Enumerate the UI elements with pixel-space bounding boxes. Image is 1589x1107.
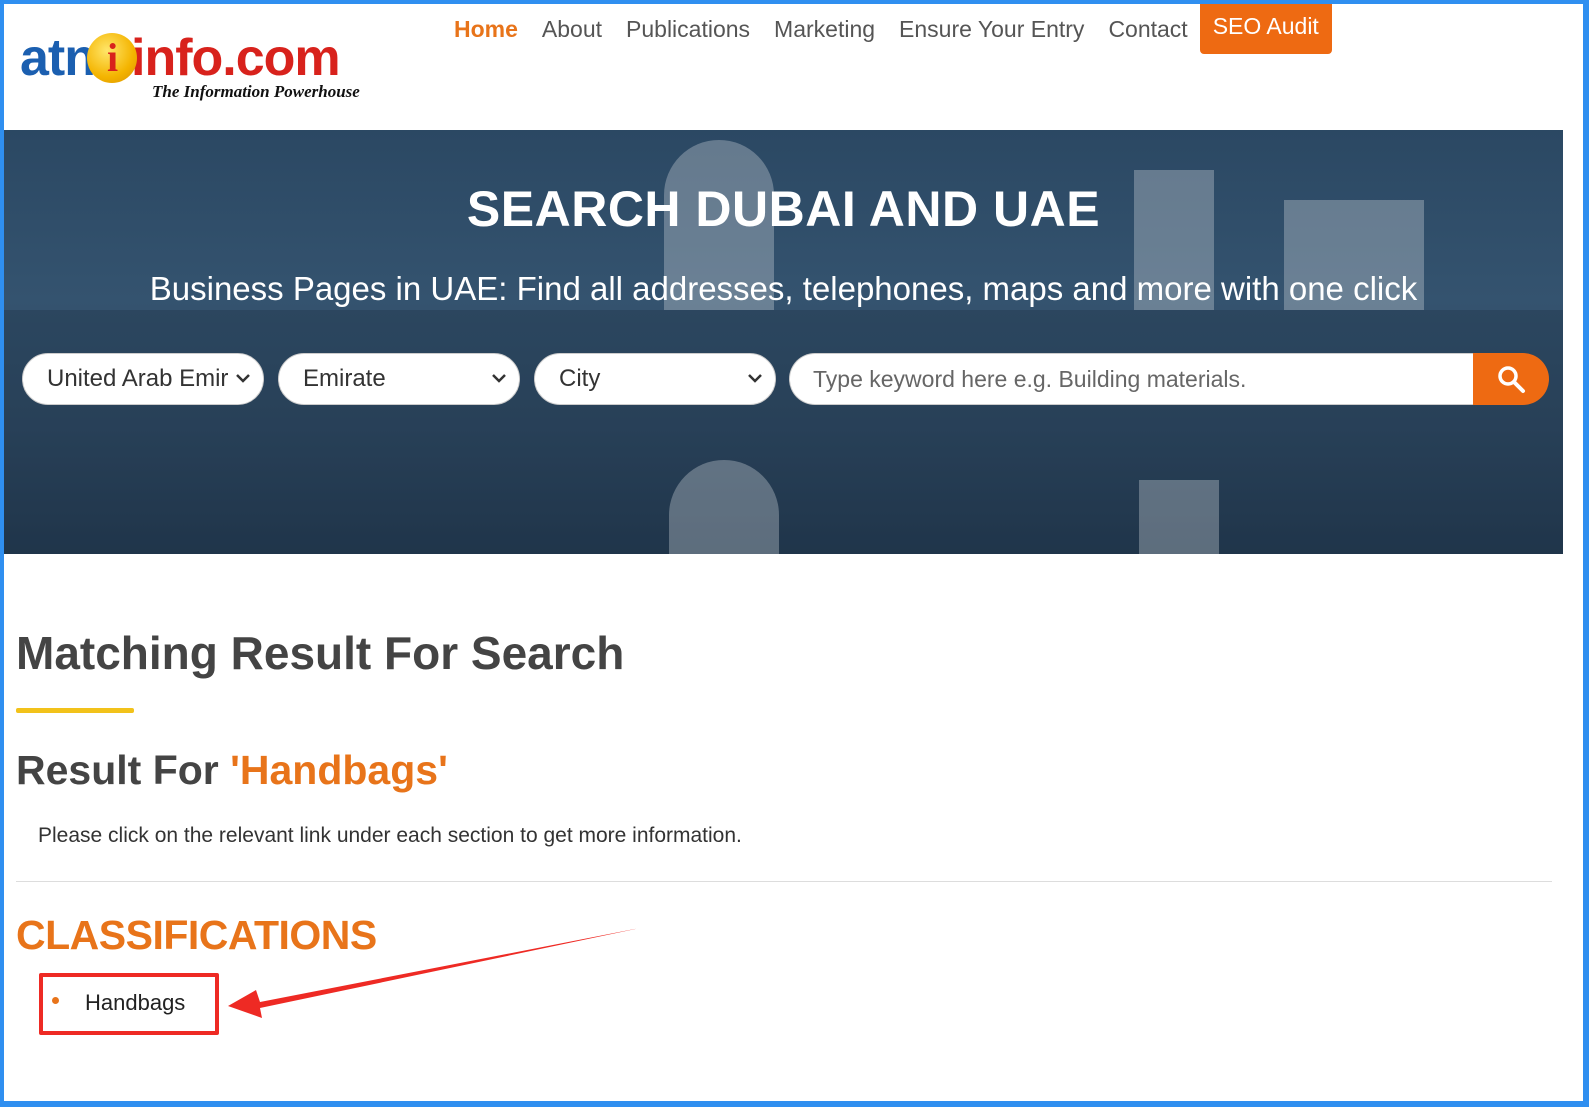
hero-title: SEARCH DUBAI AND UAE — [466, 181, 1101, 237]
page-title: Matching Result For Search — [16, 627, 625, 679]
country-select-value: United Arab Emir — [47, 365, 229, 392]
classification-link-label: Handbags — [85, 990, 186, 1015]
logo-tagline: The Information Powerhouse — [152, 82, 360, 101]
bullet-icon — [52, 997, 59, 1004]
site-logo[interactable]: atn i info.com The Information Powerhouse — [20, 28, 380, 108]
classification-link-handbags[interactable]: Handbags — [85, 990, 185, 1016]
keyword-search-input[interactable]: Type keyword here e.g. Building material… — [789, 353, 1473, 405]
skyline-tower-lower-right — [1139, 480, 1219, 554]
chevron-down-icon — [236, 374, 250, 383]
hero-banner: SEARCH DUBAI AND UAE Business Pages in U… — [4, 130, 1563, 554]
emirate-select-value: Emirate — [303, 365, 386, 392]
nav-ensure-your-entry[interactable]: Ensure Your Entry — [899, 6, 1084, 52]
logo-i-icon: i — [87, 33, 137, 84]
nav-publications[interactable]: Publications — [626, 6, 750, 52]
emirate-select[interactable]: Emirate — [278, 353, 520, 405]
city-select-value: City — [559, 365, 601, 392]
title-underline — [16, 708, 134, 713]
search-bar: United Arab Emir Emirate City Type keywo… — [22, 353, 1549, 405]
nav-marketing[interactable]: Marketing — [774, 6, 875, 52]
hero-subtitle: Business Pages in UAE: Find all addresse… — [149, 270, 1418, 307]
city-select[interactable]: City — [534, 353, 776, 405]
country-select[interactable]: United Arab Emir — [22, 353, 264, 405]
result-search-term: 'Handbags' — [230, 747, 448, 793]
hero-background-lower — [4, 310, 1563, 554]
site-header: atn i info.com The Information Powerhouse … — [4, 4, 1583, 130]
result-prefix: Result For — [16, 747, 231, 793]
chevron-down-icon — [492, 374, 506, 383]
main-nav: Home About Publications Marketing Ensure… — [454, 4, 1332, 54]
annotation-arrow-icon — [228, 928, 640, 1018]
nav-home[interactable]: Home — [454, 6, 518, 52]
search-button[interactable] — [1473, 353, 1549, 405]
logo-text-info: info.com — [131, 29, 341, 87]
instructions-text: Please click on the relevant link under … — [38, 824, 742, 847]
seo-audit-button[interactable]: SEO Audit — [1199, 4, 1332, 54]
section-divider — [16, 881, 1552, 882]
chevron-down-icon — [748, 374, 762, 383]
nav-about[interactable]: About — [542, 6, 602, 52]
result-heading: Result For 'Handbags' — [16, 747, 448, 794]
logo-text-atn: atn — [20, 29, 96, 87]
search-icon — [1498, 366, 1525, 393]
nav-contact[interactable]: Contact — [1108, 6, 1187, 52]
